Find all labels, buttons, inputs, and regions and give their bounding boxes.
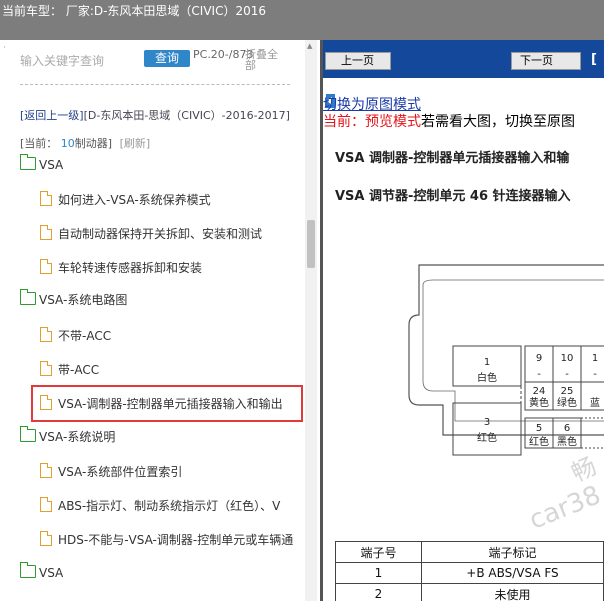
right-panel: 上一页 下一页 [ 切换为原图模式 当前：预览模式若需看大图，切换至原图 VSA… xyxy=(323,40,604,601)
breadcrumb-back-link[interactable]: [返回上一级] xyxy=(20,109,84,122)
pin-color: 蓝 xyxy=(590,397,600,409)
tree-folder-vsa[interactable]: VSA xyxy=(20,154,64,175)
preview-hint: 若需看大图，切换至原图 xyxy=(421,114,575,130)
document-icon xyxy=(40,463,52,478)
vehicle-label: 当前车型： 厂家:D-东风本田思域（CIVIC）2016 xyxy=(2,4,267,18)
tree-label: VSA-系统部件位置索引 xyxy=(58,465,183,479)
scrollbar-thumb[interactable] xyxy=(307,220,315,268)
prev-page-button[interactable]: 上一页 xyxy=(325,52,391,108)
tree-item[interactable]: HDS-不能与-VSA-调制器-控制单元或车辆通 xyxy=(40,529,293,549)
tree-label: 带-ACC xyxy=(58,363,100,377)
search-input[interactable]: 输入关键字查询 xyxy=(20,52,104,69)
scroll-up-icon[interactable]: ▲ xyxy=(307,42,312,50)
top-bar: 当前车型： 厂家:D-东风本田思域（CIVIC）2016 xyxy=(0,0,604,40)
pin-table: 端子号 端子标记 1 +B ABS/VSA FS 2 未使用 xyxy=(335,541,604,601)
next-page-button[interactable]: 下一页 xyxy=(511,52,581,70)
pin-label: 6 xyxy=(564,423,570,434)
document-preview: VSA 调制器-控制器单元插接器输入和输 VSA 调节器-控制单元 46 针连接… xyxy=(323,135,604,601)
folder-open-icon xyxy=(20,426,36,442)
tree-label: HDS-不能与-VSA-调制器-控制单元或车辆通 xyxy=(58,533,294,547)
preview-status: 当前：预览模式若需看大图，切换至原图 xyxy=(323,111,575,131)
preview-mode-label: 当前：预览模式 xyxy=(323,114,421,130)
selection-highlight xyxy=(31,385,303,422)
refresh-link[interactable]: [刷新] xyxy=(120,137,151,150)
tree-item[interactable]: 不带-ACC xyxy=(40,325,111,345)
search-row: · 输入关键字查询 查询 PC.20-/873 折叠全部 xyxy=(0,40,304,86)
document-icon xyxy=(40,191,52,206)
tree-item[interactable]: VSA-系统部件位置索引 xyxy=(40,461,182,481)
pin-color: 红色 xyxy=(477,431,497,444)
document-icon xyxy=(40,361,52,376)
table-cell: 1 xyxy=(335,562,422,584)
tree-item[interactable]: 如何进入-VSA-系统保养模式 xyxy=(40,189,211,209)
current-name: 制动器] xyxy=(74,137,113,150)
tree-label: VSA-系统说明 xyxy=(39,430,116,444)
tree-item[interactable]: 车轮转速传感器拆卸和安装 xyxy=(40,257,202,277)
tree-folder-circuit[interactable]: VSA-系统电路图 xyxy=(20,289,128,310)
tree-label: 不带-ACC xyxy=(58,329,112,343)
document-icon xyxy=(40,531,52,546)
pin-color: 黄色 xyxy=(529,396,549,409)
tree-label: VSA xyxy=(39,158,64,172)
current-number: 10 xyxy=(60,137,75,150)
column-header: 端子标记 xyxy=(420,541,604,563)
tree-label: 车轮转速传感器拆卸和安装 xyxy=(58,261,203,275)
pin-color: 白色 xyxy=(477,371,497,384)
tree-item[interactable]: 自动制动器保持开关拆卸、安装和测试 xyxy=(40,223,262,243)
nav-extra-link[interactable]: [ xyxy=(591,52,597,67)
table-cell: 未使用 xyxy=(420,583,604,601)
column-header: 端子号 xyxy=(335,541,422,563)
connector-diagram: 1 白色 3 红色 9 10 1 - - - 24 25 黄色 绿色 蓝 5 6… xyxy=(408,264,604,456)
left-panel: · 输入关键字查询 查询 PC.20-/873 折叠全部 [返回上一级][D-东… xyxy=(0,40,320,601)
tree-item[interactable]: ABS-指示灯、制动系统指示灯（红色）、V xyxy=(40,495,280,515)
document-icon xyxy=(40,259,52,274)
collapse-all-link[interactable]: 折叠全部 xyxy=(245,49,285,71)
pin-label: 3 xyxy=(484,417,490,428)
current-label: [当前： xyxy=(20,137,58,150)
document-icon xyxy=(40,497,52,512)
pin-dash: - xyxy=(537,369,541,380)
table-header-row: 端子号 端子标记 xyxy=(335,541,604,563)
pin-dash: - xyxy=(593,369,597,380)
current-section: [当前： 10制动器] [刷新] xyxy=(20,135,150,151)
table-cell: 2 xyxy=(335,583,422,601)
pin-label: 5 xyxy=(536,423,542,434)
search-button[interactable]: 查询 xyxy=(144,50,190,67)
prev-page-label: 上一页 xyxy=(341,54,374,67)
pin-color: 黑色 xyxy=(557,435,577,448)
pin-color: 绿色 xyxy=(557,396,577,409)
pin-color: 红色 xyxy=(529,435,549,448)
dot-marker: · xyxy=(3,43,6,53)
pin-label: 24 xyxy=(533,386,546,397)
tree-label: 如何进入-VSA-系统保养模式 xyxy=(58,193,211,207)
pin-label: 9 xyxy=(536,353,542,364)
document-icon xyxy=(40,225,52,240)
pin-label: 25 xyxy=(561,386,574,397)
next-page-label: 下一页 xyxy=(520,54,553,67)
tree-label: 自动制动器保持开关拆卸、安装和测试 xyxy=(58,227,263,241)
tree-label: VSA xyxy=(39,566,64,580)
table-cell: +B ABS/VSA FS xyxy=(420,562,604,584)
table-row: 1 +B ABS/VSA FS xyxy=(335,562,604,584)
tree-folder-description[interactable]: VSA-系统说明 xyxy=(20,426,116,447)
pin-label: 10 xyxy=(561,353,574,364)
divider xyxy=(20,84,290,85)
folder-open-icon xyxy=(20,562,36,578)
pin-label: 1 xyxy=(484,357,490,368)
pin-label: 1 xyxy=(592,353,598,364)
folder-icon xyxy=(20,154,36,170)
tree-folder-vsa-2[interactable]: VSA xyxy=(20,562,64,583)
breadcrumb-path: [D-东风本田-思域（CIVIC）-2016-2017] xyxy=(83,109,290,122)
pin-dash: - xyxy=(565,369,569,380)
breadcrumb: [返回上一级][D-东风本田-思域（CIVIC）-2016-2017] xyxy=(20,110,290,121)
tree-label: VSA-系统电路图 xyxy=(39,293,128,307)
page-nav-bar: 上一页 下一页 [ xyxy=(323,40,604,108)
pc-info: PC.20-/873 xyxy=(193,48,254,61)
document-icon xyxy=(40,327,52,342)
table-row: 2 未使用 xyxy=(335,583,604,601)
scrollbar[interactable] xyxy=(305,40,317,601)
folder-open-icon xyxy=(20,289,36,305)
tree-label: ABS-指示灯、制动系统指示灯（红色）、V xyxy=(58,499,281,513)
tree-item[interactable]: 带-ACC xyxy=(40,359,99,379)
